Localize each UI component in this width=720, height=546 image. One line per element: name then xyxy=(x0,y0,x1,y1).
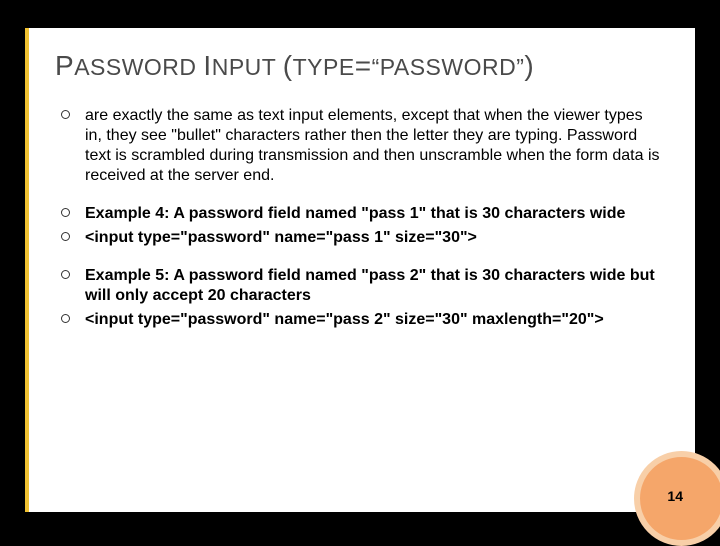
bullet-text: Example 4: A password field named "pass … xyxy=(85,205,625,222)
bullet-text: are exactly the same as text input eleme… xyxy=(85,107,660,184)
bullet-item: Example 4: A password field named "pass … xyxy=(59,204,663,224)
page-number: 14 xyxy=(667,488,683,504)
bullet-item: are exactly the same as text input eleme… xyxy=(59,106,663,186)
bullet-item: Example 5: A password field named "pass … xyxy=(59,266,663,306)
bullet-text: Example 5: A password field named "pass … xyxy=(85,267,655,304)
slide-content: are exactly the same as text input eleme… xyxy=(59,106,663,334)
slide: PASSWORD INPUT (TYPE=“PASSWORD”) are exa… xyxy=(25,28,695,512)
bullet-list: are exactly the same as text input eleme… xyxy=(59,106,663,330)
slide-title: PASSWORD INPUT (TYPE=“PASSWORD”) xyxy=(55,50,534,82)
bullet-text: <input type="password" name="pass 2" siz… xyxy=(85,311,604,328)
bullet-item: <input type="password" name="pass 2" siz… xyxy=(59,310,663,330)
bullet-text: <input type="password" name="pass 1" siz… xyxy=(85,229,477,246)
accent-bar xyxy=(25,28,29,512)
bullet-item: <input type="password" name="pass 1" siz… xyxy=(59,228,663,248)
